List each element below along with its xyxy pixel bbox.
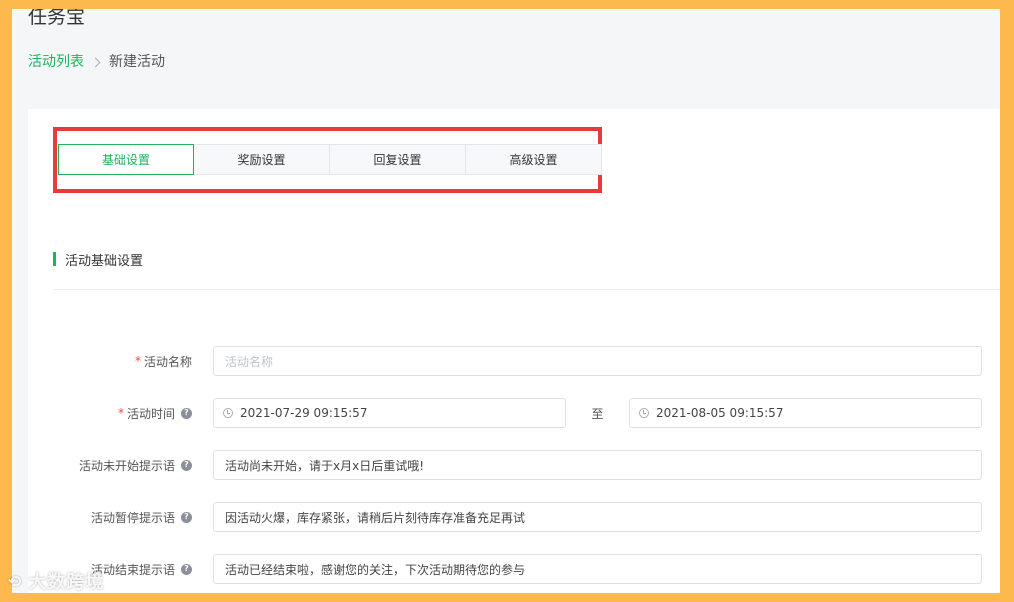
not-started-tip-input[interactable]: 活动尚未开始，请于x月x日后重试哦!: [213, 450, 982, 480]
ended-tip-input[interactable]: 活动已经结束啦，感谢您的关注，下次活动期待您的参与: [213, 554, 982, 584]
form-row-activity-name: * 活动名称 活动名称: [28, 346, 1000, 376]
form-row-activity-time: * 活动时间 ? 2021-07-29 09:15:57 至 2021-08-0…: [28, 398, 1000, 428]
ended-tip-label: 活动结束提示语 ?: [91, 554, 192, 584]
breadcrumb-current: 新建活动: [109, 54, 165, 70]
section-divider: [53, 289, 1000, 290]
not-started-tip-label: 活动未开始提示语 ?: [79, 450, 192, 480]
required-mark: *: [134, 354, 141, 368]
watermark-logo-icon: ⟲: [8, 571, 23, 591]
paused-tip-label: 活动暂停提示语 ?: [91, 502, 192, 532]
form-row-paused-tip: 活动暂停提示语 ? 因活动火爆，库存紧张，请稍后片刻待库存准备充足再试: [28, 502, 1000, 532]
watermark: ⟲ 大数跨境: [8, 571, 105, 594]
question-circle-icon[interactable]: ?: [181, 407, 192, 419]
content-card: 基础设置 奖励设置 回复设置 高级设置 活动基础设置 * 活动名称 活动名称 *…: [28, 109, 1000, 593]
form-row-not-started-tip: 活动未开始提示语 ? 活动尚未开始，请于x月x日后重试哦!: [28, 450, 1000, 480]
tab-reply-settings[interactable]: 回复设置: [330, 144, 466, 175]
question-circle-icon[interactable]: ?: [181, 511, 192, 523]
date-range-separator: 至: [591, 406, 604, 421]
question-circle-icon[interactable]: ?: [181, 563, 192, 575]
form-row-ended-tip: 活动结束提示语 ? 活动已经结束啦，感谢您的关注，下次活动期待您的参与: [28, 554, 1000, 584]
activity-time-label: * 活动时间 ?: [118, 398, 192, 428]
start-time-input[interactable]: 2021-07-29 09:15:57: [213, 398, 566, 428]
section-title: 活动基础设置: [65, 253, 144, 269]
required-mark: *: [117, 406, 124, 420]
section-header: 活动基础设置: [53, 250, 144, 269]
settings-tabs: 基础设置 奖励设置 回复设置 高级设置: [58, 144, 602, 175]
clock-icon: [639, 408, 649, 418]
section-accent-bar: [53, 252, 56, 266]
activity-name-label: * 活动名称: [134, 354, 192, 369]
chevron-right-icon: [90, 57, 101, 67]
question-circle-icon[interactable]: ?: [181, 459, 192, 471]
page-title: 任务宝: [28, 9, 86, 28]
paused-tip-input[interactable]: 因活动火爆，库存紧张，请稍后片刻待库存准备充足再试: [213, 502, 982, 532]
breadcrumb: 活动列表 新建活动: [28, 52, 165, 72]
clock-icon: [223, 408, 233, 418]
tab-basic-settings[interactable]: 基础设置: [58, 144, 194, 175]
app-window: 任务宝 活动列表 新建活动 基础设置 奖励设置 回复设置 高级设置 活动基础设置…: [12, 9, 1000, 593]
end-time-input[interactable]: 2021-08-05 09:15:57: [629, 398, 982, 428]
tab-advanced-settings[interactable]: 高级设置: [466, 144, 602, 175]
tab-reward-settings[interactable]: 奖励设置: [194, 144, 330, 175]
breadcrumb-link-activity-list[interactable]: 活动列表: [28, 52, 84, 72]
activity-name-input[interactable]: 活动名称: [213, 346, 982, 376]
